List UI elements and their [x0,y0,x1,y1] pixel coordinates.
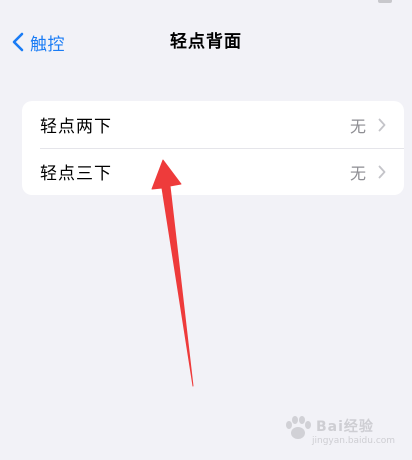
settings-row-triple-tap[interactable]: 轻点三下 无 [22,148,404,195]
watermark-url: jingyan.baidu.com [312,436,396,446]
row-label: 轻点两下 [40,117,112,137]
settings-group: 轻点两下 无 轻点三下 无 [22,101,404,195]
watermark: Bai经验 jingyan.baidu.com [282,412,402,452]
status-bar-fragment [378,0,392,3]
settings-row-double-tap[interactable]: 轻点两下 无 [22,101,404,149]
row-value: 无 [349,116,366,136]
annotation-arrow [151,159,194,387]
chevron-right-icon [378,165,386,179]
row-label: 轻点三下 [40,164,112,184]
chevron-right-icon [378,118,386,132]
page-title: 轻点背面 [170,32,242,52]
paw-icon [286,416,311,439]
watermark-text: Bai经验 [316,419,374,435]
navigation-bar: 触控 轻点背面 [0,22,412,62]
row-value: 无 [349,163,366,183]
